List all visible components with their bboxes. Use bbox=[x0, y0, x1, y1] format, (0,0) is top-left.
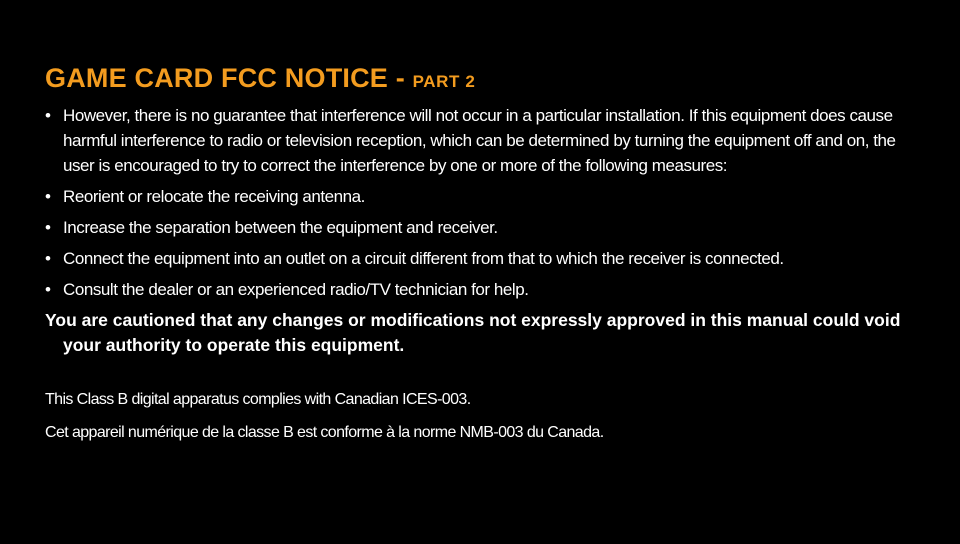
list-item-text: Increase the separation between the equi… bbox=[63, 218, 498, 237]
list-item-text: Consult the dealer or an experienced rad… bbox=[63, 280, 529, 299]
page-title-part: PART 2 bbox=[412, 72, 476, 91]
list-item-text: Reorient or relocate the receiving anten… bbox=[63, 187, 365, 206]
bullet-icon: • bbox=[45, 280, 51, 299]
list-item: • However, there is no guarantee that in… bbox=[45, 103, 925, 178]
bullet-icon: • bbox=[45, 106, 51, 125]
list-item: • Consult the dealer or an experienced r… bbox=[45, 277, 925, 302]
list-item: • Connect the equipment into an outlet o… bbox=[45, 246, 925, 271]
bullet-icon: • bbox=[45, 249, 51, 268]
fcc-notice-page: GAME CARD FCC NOTICE - PART 2 • However,… bbox=[45, 62, 925, 445]
bullet-icon: • bbox=[45, 187, 51, 206]
list-item: • Increase the separation between the eq… bbox=[45, 215, 925, 240]
bullet-icon: • bbox=[45, 218, 51, 237]
canada-notice-english: This Class B digital apparatus complies … bbox=[45, 391, 471, 408]
canada-notice-french: Cet appareil numérique de la classe B es… bbox=[45, 424, 604, 441]
list-item-text: Connect the equipment into an outlet on … bbox=[63, 249, 784, 268]
list-item-text: However, there is no guarantee that inte… bbox=[63, 106, 896, 175]
caution-statement: You are cautioned that any changes or mo… bbox=[45, 310, 901, 355]
list-item: • Reorient or relocate the receiving ant… bbox=[45, 184, 925, 209]
page-title: GAME CARD FCC NOTICE - PART 2 bbox=[45, 62, 925, 98]
page-title-main: GAME CARD FCC NOTICE - bbox=[45, 63, 413, 93]
measures-list: • However, there is no guarantee that in… bbox=[45, 103, 925, 302]
